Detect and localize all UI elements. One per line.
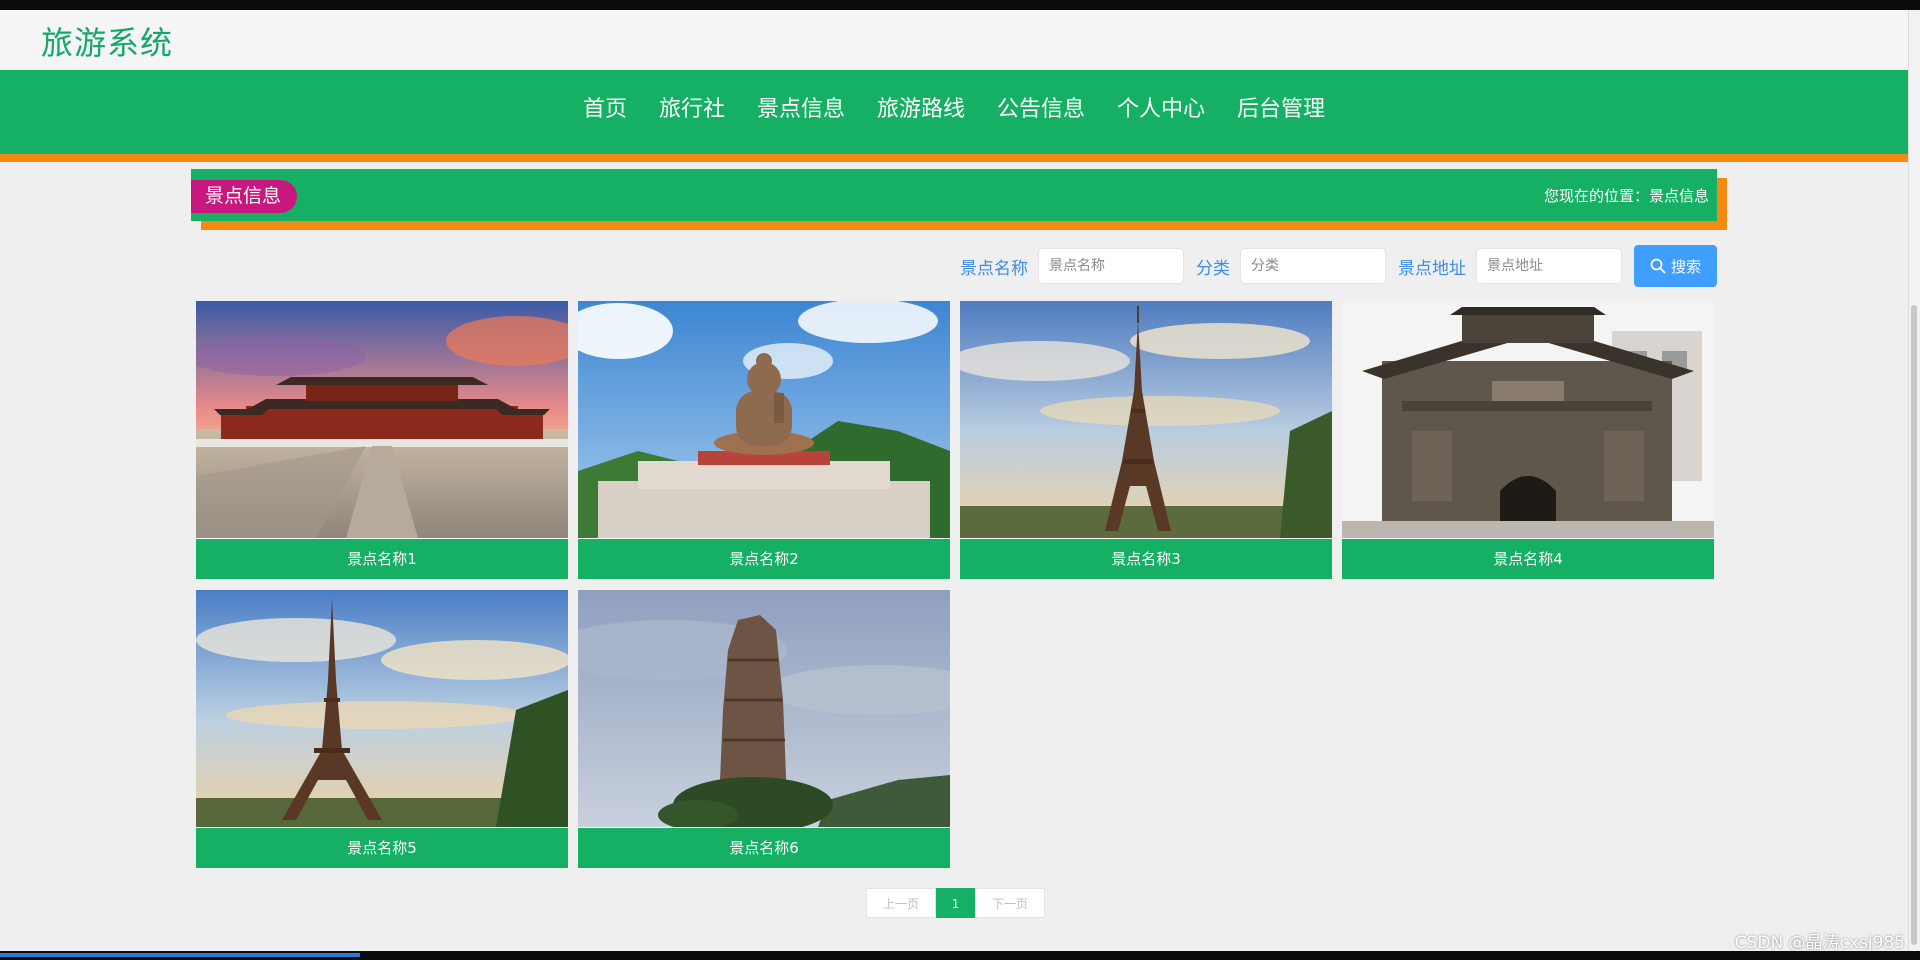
search-bar: 景点名称 分类 景点地址 搜索 <box>960 245 1717 287</box>
site-header: 旅游系统 <box>0 10 1908 70</box>
csdn-watermark: CSDN @晶涛cxsj985 <box>1734 933 1905 953</box>
name-search-label: 景点名称 <box>960 258 1028 279</box>
forbidden-city-photo[interactable] <box>196 301 568 538</box>
section-header <box>191 169 1717 221</box>
attraction-card-3[interactable]: 景点名称3 <box>960 301 1332 579</box>
attraction-card-5[interactable]: 景点名称5 <box>196 590 568 868</box>
nav-item-home[interactable]: 首页 <box>567 92 643 128</box>
video-progress-bar <box>0 953 360 957</box>
main-nav: 首页 旅行社 景点信息 旅游路线 公告信息 个人中心 后台管理 <box>0 70 1908 154</box>
attraction-card-title[interactable]: 景点名称5 <box>196 828 568 868</box>
nav-item-travel-agency[interactable]: 旅行社 <box>643 92 741 128</box>
nav-item-attractions[interactable]: 景点信息 <box>741 92 861 128</box>
page-scrollbar-thumb[interactable] <box>1911 305 1917 945</box>
page-number-button[interactable]: 1 <box>936 888 975 918</box>
search-button-label: 搜索 <box>1670 257 1701 276</box>
attraction-card-4[interactable]: 景点名称4 <box>1342 301 1714 579</box>
nav-accent-stripe <box>0 154 1908 162</box>
eiffel-tower-photo[interactable] <box>960 301 1332 538</box>
screen-top-edge <box>0 0 1920 10</box>
attraction-card-title[interactable]: 景点名称2 <box>578 539 950 579</box>
ancient-gate-photo[interactable] <box>1342 301 1714 538</box>
nav-item-announcements[interactable]: 公告信息 <box>981 92 1101 128</box>
attraction-card-6[interactable]: 景点名称6 <box>578 590 950 868</box>
nav-item-routes[interactable]: 旅游路线 <box>861 92 981 128</box>
category-search-label: 分类 <box>1196 258 1230 279</box>
prev-page-button[interactable]: 上一页 <box>866 888 936 918</box>
rock-pillar-photo[interactable] <box>578 590 950 827</box>
search-button[interactable]: 搜索 <box>1634 245 1717 287</box>
name-search-input[interactable] <box>1038 248 1184 284</box>
attraction-card-title[interactable]: 景点名称1 <box>196 539 568 579</box>
section-title: 景点信息 <box>191 180 297 213</box>
next-page-button[interactable]: 下一页 <box>975 888 1045 918</box>
address-search-label: 景点地址 <box>1398 258 1466 279</box>
site-title[interactable]: 旅游系统 <box>41 18 173 64</box>
nav-item-admin[interactable]: 后台管理 <box>1221 92 1341 128</box>
address-search-input[interactable] <box>1476 248 1622 284</box>
attraction-card-title[interactable]: 景点名称6 <box>578 828 950 868</box>
pagination: 上一页 1 下一页 <box>866 888 1045 918</box>
nav-item-personal-center[interactable]: 个人中心 <box>1101 92 1221 128</box>
buddha-statue-photo[interactable] <box>578 301 950 538</box>
attraction-card-title[interactable]: 景点名称3 <box>960 539 1332 579</box>
breadcrumb: 您现在的位置：景点信息 <box>1543 187 1709 205</box>
attraction-card-1[interactable]: 景点名称1 <box>196 301 568 579</box>
attraction-card-title[interactable]: 景点名称4 <box>1342 539 1714 579</box>
search-icon <box>1650 258 1666 274</box>
eiffel-tower-photo[interactable] <box>196 590 568 827</box>
category-search-input[interactable] <box>1240 248 1386 284</box>
attraction-card-2[interactable]: 景点名称2 <box>578 301 950 579</box>
